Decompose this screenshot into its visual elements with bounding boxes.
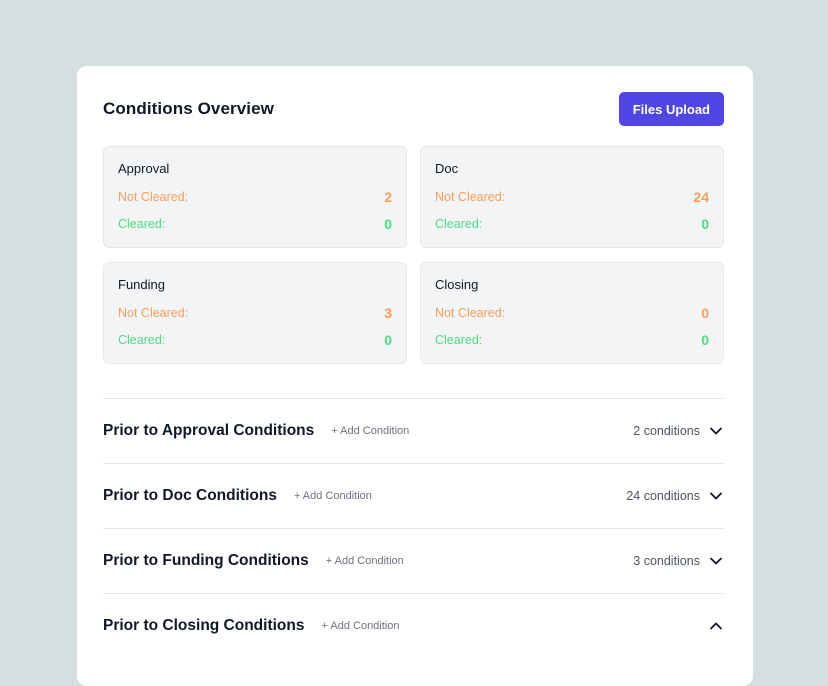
add-condition-button[interactable]: + Add Condition [294,490,372,502]
section-right [700,618,724,634]
not-cleared-count: 2 [384,188,392,205]
add-condition-button[interactable]: + Add Condition [331,425,409,437]
stat-name: Approval [118,161,170,176]
condition-count: 24 conditions [626,489,700,503]
section-prior-to-closing[interactable]: Prior to Closing Conditions + Add Condit… [103,593,724,658]
section-title: Prior to Approval Conditions [103,422,315,439]
not-cleared-row: Not Cleared: 2 [118,188,392,205]
section-right: 3 conditions [633,553,724,569]
not-cleared-label: Not Cleared: [118,305,189,320]
not-cleared-row: Not Cleared: 24 [435,188,709,205]
cleared-count: 0 [701,215,709,232]
section-title: Prior to Funding Conditions [103,552,309,569]
files-upload-button[interactable]: Files Upload [618,92,724,126]
not-cleared-label: Not Cleared: [118,189,189,204]
section-right: 2 conditions [633,423,724,439]
conditions-sections: Prior to Approval Conditions + Add Condi… [103,398,724,658]
chevron-down-icon[interactable] [708,553,724,569]
stat-box-approval: Approval Not Cleared: 2 Cleared: 0 [103,146,407,248]
section-left: Prior to Funding Conditions + Add Condit… [103,552,404,570]
page-title: Conditions Overview [103,99,274,118]
section-prior-to-doc[interactable]: Prior to Doc Conditions + Add Condition … [103,463,724,528]
section-left: Prior to Approval Conditions + Add Condi… [103,422,409,440]
section-prior-to-approval[interactable]: Prior to Approval Conditions + Add Condi… [103,398,724,463]
section-title: Prior to Doc Conditions [103,487,277,504]
card-header: Conditions Overview Files Upload [103,92,724,126]
cleared-row: Cleared: 0 [118,215,392,232]
not-cleared-count: 0 [701,304,709,321]
cleared-label: Cleared: [435,216,483,231]
stat-name: Funding [118,277,165,292]
condition-count: 3 conditions [633,554,700,568]
stat-box-funding: Funding Not Cleared: 3 Cleared: 0 [103,262,407,364]
chevron-down-icon[interactable] [708,488,724,504]
not-cleared-count: 3 [384,304,392,321]
cleared-row: Cleared: 0 [435,331,709,348]
cleared-row: Cleared: 0 [118,331,392,348]
cleared-label: Cleared: [435,332,483,347]
cleared-label: Cleared: [118,216,166,231]
add-condition-button[interactable]: + Add Condition [322,620,400,632]
chevron-down-icon[interactable] [708,423,724,439]
cleared-row: Cleared: 0 [435,215,709,232]
stat-box-doc: Doc Not Cleared: 24 Cleared: 0 [420,146,724,248]
cleared-label: Cleared: [118,332,166,347]
cleared-count: 0 [384,215,392,232]
section-right: 24 conditions [626,488,724,504]
chevron-up-icon[interactable] [708,618,724,634]
add-condition-button[interactable]: + Add Condition [326,555,404,567]
section-left: Prior to Closing Conditions + Add Condit… [103,617,399,635]
cleared-count: 0 [701,331,709,348]
section-left: Prior to Doc Conditions + Add Condition [103,487,372,505]
not-cleared-label: Not Cleared: [435,189,506,204]
not-cleared-row: Not Cleared: 0 [435,304,709,321]
section-prior-to-funding[interactable]: Prior to Funding Conditions + Add Condit… [103,528,724,593]
stat-name: Doc [435,161,459,176]
stat-name: Closing [435,277,479,292]
not-cleared-row: Not Cleared: 3 [118,304,392,321]
section-title: Prior to Closing Conditions [103,617,305,634]
condition-count: 2 conditions [633,424,700,438]
stats-grid: Approval Not Cleared: 2 Cleared: 0 Doc N… [103,146,724,364]
cleared-count: 0 [384,331,392,348]
conditions-overview-card: Conditions Overview Files Upload Approva… [77,66,753,686]
stat-box-closing: Closing Not Cleared: 0 Cleared: 0 [420,262,724,364]
not-cleared-count: 24 [693,188,709,205]
not-cleared-label: Not Cleared: [435,305,506,320]
